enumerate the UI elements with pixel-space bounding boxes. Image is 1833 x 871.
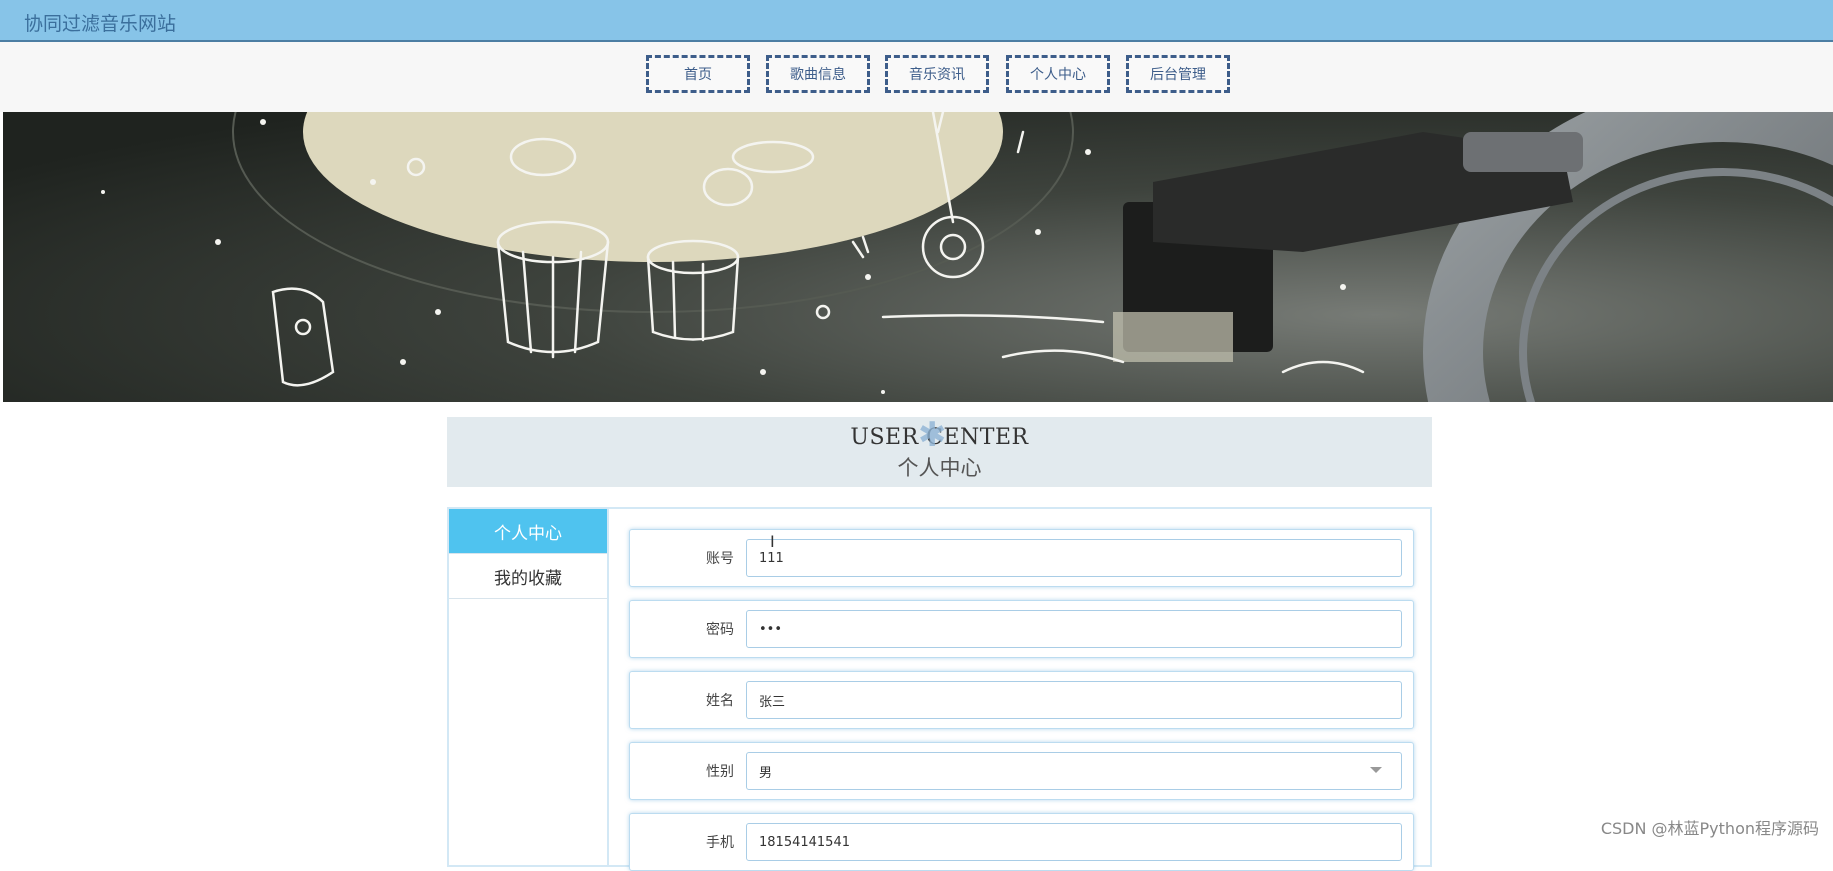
text-cursor-icon: I bbox=[770, 532, 775, 551]
user-center-panel: 个人中心 我的收藏 账号 密码 姓名 性别 手机 bbox=[447, 507, 1432, 871]
site-title[interactable]: 协同过滤音乐网站 bbox=[24, 9, 176, 36]
phone-label: 手机 bbox=[706, 835, 734, 851]
gender-label: 性别 bbox=[706, 764, 734, 780]
account-label: 账号 bbox=[706, 551, 734, 567]
nav-item-news[interactable]: 音乐资讯 bbox=[885, 55, 989, 93]
password-input[interactable] bbox=[746, 610, 1402, 648]
form-row-phone: 手机 bbox=[629, 813, 1414, 871]
form-row-name: 姓名 bbox=[629, 671, 1414, 729]
name-label: 姓名 bbox=[706, 693, 734, 709]
nav-item-admin[interactable]: 后台管理 bbox=[1126, 55, 1230, 93]
gender-select[interactable] bbox=[746, 752, 1402, 790]
sidebar-item-user-center[interactable]: 个人中心 bbox=[449, 509, 607, 554]
loading-star-icon: ✱ bbox=[918, 415, 947, 455]
form-row-account: 账号 bbox=[629, 529, 1414, 587]
watermark: CSDN @林蓝Python程序源码 bbox=[1600, 819, 1819, 838]
form-row-password: 密码 bbox=[629, 600, 1414, 658]
phone-input[interactable] bbox=[746, 823, 1402, 861]
main-nav: 首页 歌曲信息 音乐资讯 个人中心 后台管理 bbox=[0, 42, 1833, 112]
banner-image bbox=[3, 112, 1833, 402]
name-input[interactable] bbox=[746, 681, 1402, 719]
section-title-cn: 个人中心 bbox=[897, 456, 982, 480]
nav-item-home[interactable]: 首页 bbox=[646, 55, 750, 93]
sidebar-item-favorites[interactable]: 我的收藏 bbox=[449, 554, 607, 599]
nav-item-user-center[interactable]: 个人中心 bbox=[1006, 55, 1110, 93]
banner-carousel[interactable] bbox=[3, 112, 1833, 402]
password-label: 密码 bbox=[706, 622, 734, 638]
top-header-bar: 协同过滤音乐网站 bbox=[0, 0, 1833, 42]
user-sidebar: 个人中心 我的收藏 bbox=[449, 509, 609, 865]
account-input[interactable] bbox=[746, 539, 1402, 577]
nav-item-songs[interactable]: 歌曲信息 bbox=[766, 55, 870, 93]
form-row-gender: 性别 bbox=[629, 742, 1414, 800]
chevron-down-icon[interactable] bbox=[1370, 767, 1382, 773]
